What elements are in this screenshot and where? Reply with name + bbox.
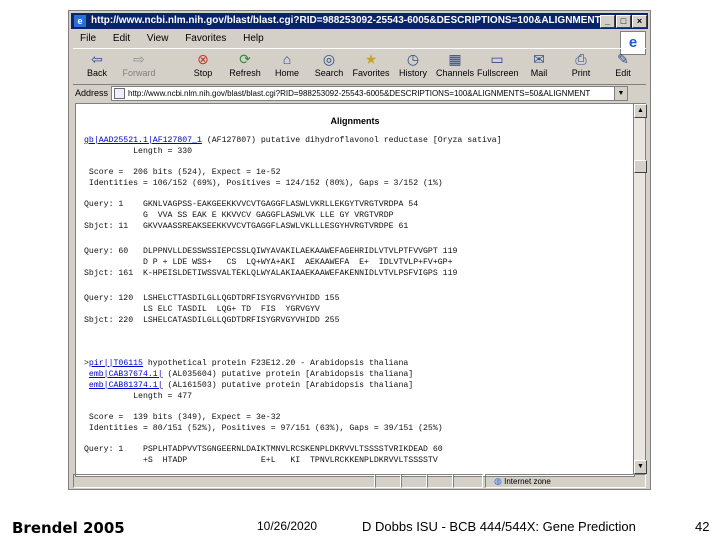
footer-date: 10/26/2020 — [257, 519, 318, 533]
history-button[interactable]: ◷ History — [393, 50, 433, 78]
print-button[interactable]: ⎙ Print — [561, 50, 601, 78]
hit1-sbjct-1: Sbjct: 11 GKVVAASSREAKSEEKKVVCVTGAGGFLAS… — [84, 222, 409, 231]
hit1-match-2: D P + LDE WSS+ CS LQ+WYA+AKI AEKAAWEFA E… — [84, 258, 453, 267]
fullscreen-icon: ▭ — [490, 51, 504, 67]
hit1-sbjct-3: Sbjct: 220 LSHELCATASDILGLLQGDTDRFISYGRV… — [84, 316, 340, 325]
address-dropdown-button[interactable]: ▼ — [614, 86, 628, 101]
address-bar: Address http://www.ncbi.nlm.nih.gov/blas… — [73, 85, 646, 101]
minimize-button[interactable]: _ — [600, 15, 615, 28]
search-icon: ◎ — [322, 51, 336, 67]
window-title: http://www.ncbi.nlm.nih.gov/blast/blast.… — [91, 15, 600, 26]
hit2-description: hypothetical protein F23E12.20 - Arabido… — [142, 359, 409, 368]
status-cell-1 — [375, 474, 401, 488]
hit1-match-1: G VVA SS EAK E KKVVCV GAGGFLASWLVK LLE G… — [84, 211, 394, 220]
hit1-match-3: LS ELC TASDIL LQG+ TD FIS YGRVGYV — [84, 305, 320, 314]
refresh-icon: ⟳ — [239, 51, 251, 67]
hit1-identities: Identities = 106/152 (69%), Positives = … — [84, 179, 443, 188]
title-bar: e http://www.ncbi.nlm.nih.gov/blast/blas… — [71, 13, 648, 29]
page-icon — [114, 88, 125, 99]
address-field[interactable]: http://www.ncbi.nlm.nih.gov/blast/blast.… — [111, 86, 616, 101]
hit2-length: Length = 477 — [84, 392, 193, 401]
hit1-score: Score = 206 bits (524), Expect = 1e-52 — [84, 168, 281, 177]
scroll-down-button[interactable]: ▼ — [634, 460, 647, 474]
menu-favorites[interactable]: Favorites — [185, 33, 226, 44]
home-button[interactable]: ⌂ Home — [267, 50, 307, 78]
forward-arrow-icon: ⇨ — [133, 51, 145, 67]
history-icon: ◷ — [406, 51, 420, 67]
ie-logo-icon: e — [74, 15, 86, 27]
status-cell-4 — [453, 474, 483, 488]
menu-view[interactable]: View — [147, 33, 169, 44]
hit2-alt2: emb|CAB81374.1| (AL161503) putative prot… — [84, 381, 413, 392]
fullscreen-button[interactable]: ▭ Fullscreen — [477, 50, 519, 78]
edit-button[interactable]: ✎ Edit — [603, 50, 643, 78]
channels-button[interactable]: ▦ Channels — [435, 50, 475, 78]
page-content: Alignments gb|AAD25521.1|AF127807_1 (AF1… — [75, 103, 635, 477]
hit1-description: (AF127807) putative dihydroflavonol redu… — [201, 136, 502, 145]
mail-icon: ✉ — [533, 51, 545, 67]
status-cell-2 — [401, 474, 427, 488]
forward-button[interactable]: ⇨ Forward — [119, 50, 159, 78]
menu-help[interactable]: Help — [243, 33, 264, 44]
hit1-link[interactable]: gb|AAD25521.1|AF127807_1 — [84, 136, 202, 145]
print-icon: ⎙ — [575, 51, 587, 67]
hit2-alt1-link[interactable]: emb|CAB37674.1| — [89, 370, 163, 379]
window-controls: _ □ × — [600, 15, 647, 28]
footer-author: Brendel 2005 — [12, 519, 125, 537]
back-button[interactable]: ⇦ Back — [77, 50, 117, 78]
alignments-heading: Alignments — [330, 116, 380, 126]
search-button[interactable]: ◎ Search — [309, 50, 349, 78]
hit2-score: Score = 139 bits (349), Expect = 3e-32 — [84, 413, 281, 422]
globe-icon: ◍ — [494, 476, 502, 486]
edit-icon: ✎ — [617, 51, 629, 67]
footer-course: D Dobbs ISU - BCB 444/544X: Gene Predict… — [362, 519, 636, 534]
address-url: http://www.ncbi.nlm.nih.gov/blast/blast.… — [128, 89, 591, 98]
browser-window: e http://www.ncbi.nlm.nih.gov/blast/blas… — [68, 10, 651, 490]
hit1-sbjct-2: Sbjct: 161 K-HPEISLDETIWSSVALTEKLQLWYALA… — [84, 269, 458, 278]
hit2-identities: Identities = 80/151 (52%), Positives = 9… — [84, 424, 443, 433]
address-label: Address — [75, 88, 109, 98]
hit1-query-3: Query: 120 LSHELCTTASDILGLLQGDTDRFISYGRV… — [84, 294, 340, 303]
hit2-header: >pir||T06115 hypothetical protein F23E12… — [84, 359, 409, 368]
scroll-thumb[interactable] — [634, 160, 647, 173]
footer-page-number: 42 — [695, 519, 710, 534]
back-arrow-icon: ⇦ — [91, 51, 103, 67]
stop-button[interactable]: ⊗ Stop — [183, 50, 223, 78]
vertical-scrollbar[interactable]: ▲ ▼ — [633, 103, 647, 475]
hit1-query-1: Query: 1 GKNLVAGPSS-EAKGEEKKVVCVTGAGGFLA… — [84, 200, 419, 209]
refresh-button[interactable]: ⟳ Refresh — [225, 50, 265, 78]
hit2-alt2-link[interactable]: emb|CAB81374.1| — [89, 381, 163, 390]
scroll-up-button[interactable]: ▲ — [634, 104, 647, 118]
menu-edit[interactable]: Edit — [113, 33, 130, 44]
hit2-query-1: Query: 1 PSPLHTADPVVTSGNGEERNLDAIKTMNVLR… — [84, 445, 443, 454]
hit2-alt1: emb|CAB37674.1| (AL035604) putative prot… — [84, 370, 413, 381]
home-icon: ⌂ — [282, 51, 292, 67]
channels-icon: ▦ — [448, 51, 462, 67]
zone-label: Internet zone — [504, 477, 551, 486]
hit2-link[interactable]: pir||T06115 — [89, 359, 143, 368]
close-button[interactable]: × — [632, 15, 647, 28]
toolbar: ⇦ Back ⇨ Forward ⊗ Stop ⟳ Refresh ⌂ Home ◎ Sea… — [73, 48, 646, 85]
menu-file[interactable]: File — [80, 33, 96, 44]
hit2-match-1: +S HTADP E+L KI TPNVLRCKKENPLDKRVVLTSSSS… — [84, 456, 438, 465]
status-cell-3 — [427, 474, 453, 488]
stop-icon: ⊗ — [197, 51, 209, 67]
favorites-button[interactable]: ★ Favorites — [351, 50, 391, 78]
menu-bar: File Edit View Favorites Help — [73, 31, 616, 47]
hit2-alt2-description: (AL161503) putative protein [Arabidopsis… — [162, 381, 414, 390]
hit1-length: Length = 330 — [84, 147, 193, 156]
favorites-icon: ★ — [364, 51, 378, 67]
status-bar: ◍ Internet zone — [73, 474, 646, 488]
hit1-header: gb|AAD25521.1|AF127807_1 (AF127807) puta… — [84, 136, 502, 147]
status-zone: ◍ Internet zone — [485, 474, 646, 488]
hit2-alt1-description: (AL035604) putative protein [Arabidopsis… — [162, 370, 414, 379]
mail-button[interactable]: ✉ Mail — [519, 50, 559, 78]
status-main — [73, 474, 375, 488]
maximize-button[interactable]: □ — [616, 15, 631, 28]
hit1-query-2: Query: 60 DLPPNVLLDESSWSSIEPCSSLQIWYAVAK… — [84, 247, 458, 256]
